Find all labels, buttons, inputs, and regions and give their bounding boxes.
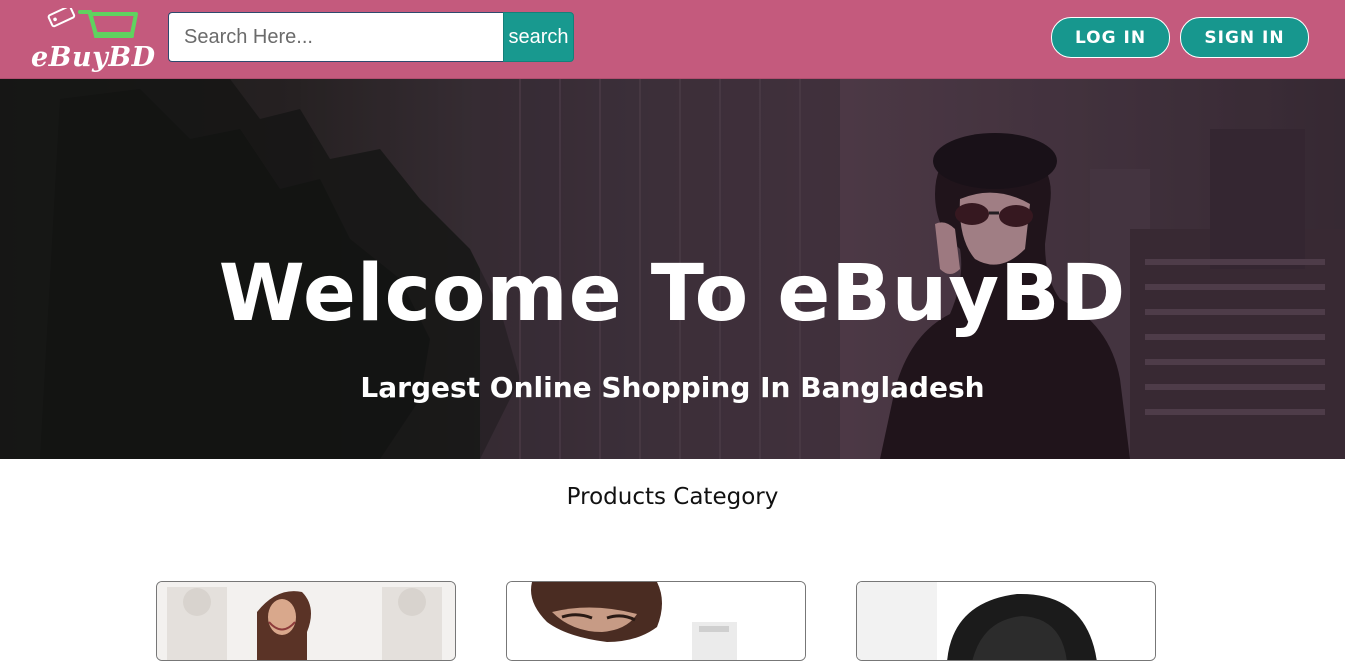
beauty-product-image	[507, 582, 805, 660]
fashion-model-image	[157, 582, 455, 660]
login-button[interactable]: LOG IN	[1051, 17, 1170, 58]
logo-text: eBuyBD	[31, 42, 156, 73]
search-input[interactable]	[168, 12, 503, 62]
hero-subtitle: Largest Online Shopping In Bangladesh	[360, 371, 985, 404]
hero-title: Welcome To eBuyBD	[218, 249, 1127, 339]
hero-banner: Welcome To eBuyBD Largest Online Shoppin…	[0, 79, 1345, 459]
site-logo[interactable]: eBuyBD	[28, 8, 155, 74]
signin-button[interactable]: SIGN IN	[1180, 17, 1309, 58]
category-card-fashion[interactable]	[156, 581, 456, 661]
category-card-beauty[interactable]	[506, 581, 806, 661]
search-button[interactable]: search	[503, 12, 574, 62]
search-bar: search	[168, 12, 574, 62]
products-category-title: Products Category	[566, 484, 779, 510]
category-card-bags[interactable]	[856, 581, 1156, 661]
site-header: eBuyBD search LOG IN SIGN IN	[0, 0, 1345, 79]
bag-product-image	[857, 582, 1155, 660]
